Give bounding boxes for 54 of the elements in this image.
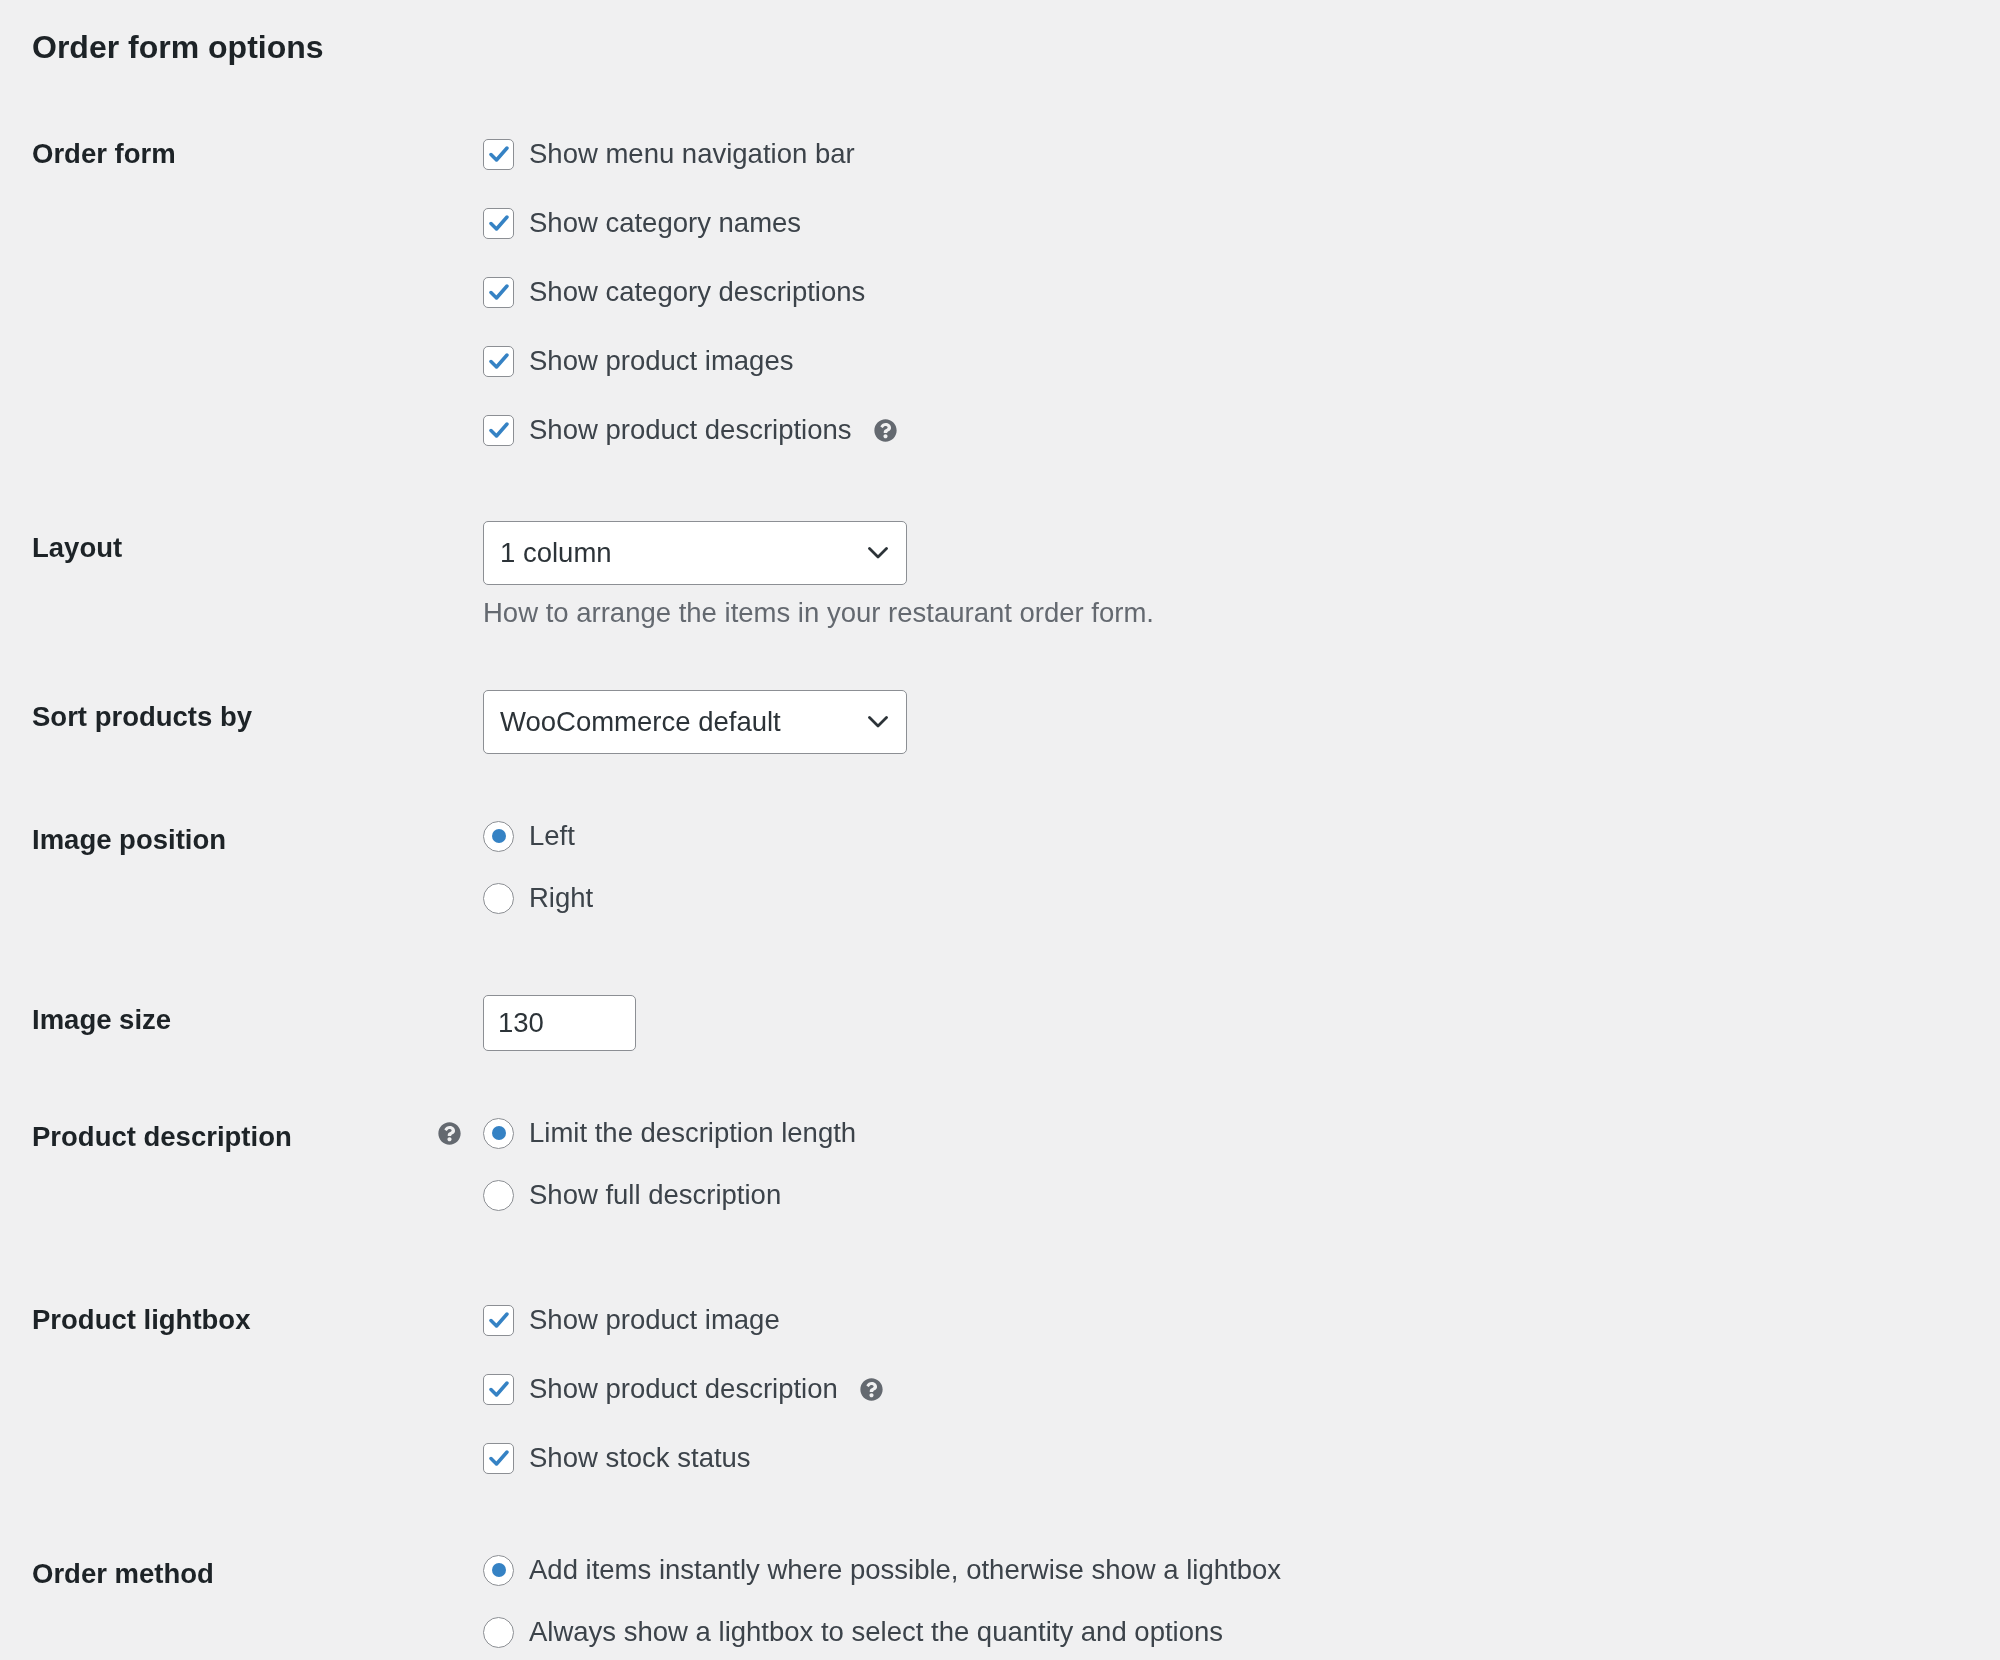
checkmark-icon xyxy=(488,1312,509,1328)
help-icon[interactable] xyxy=(873,418,897,442)
checkbox[interactable] xyxy=(483,207,514,239)
checkbox[interactable] xyxy=(483,138,514,170)
page-title: Order form options xyxy=(32,29,324,65)
number-field[interactable]: 130 xyxy=(483,995,636,1051)
setting-label: Sort products by xyxy=(32,700,252,734)
radio-button[interactable] xyxy=(483,1117,514,1149)
setting-label: Order form xyxy=(32,137,176,171)
radio-button[interactable] xyxy=(483,1554,514,1586)
checkmark-icon xyxy=(488,215,509,231)
checkbox[interactable] xyxy=(483,1304,514,1336)
option-label: Show category descriptions xyxy=(529,275,866,309)
checkmark-icon xyxy=(488,146,509,162)
option-label: Show product description xyxy=(529,1372,838,1406)
checkbox[interactable] xyxy=(483,1373,514,1405)
radio-button[interactable] xyxy=(483,882,514,914)
help-icon[interactable] xyxy=(438,1122,461,1145)
option-label: Show product images xyxy=(529,344,794,378)
option-label: Show category names xyxy=(529,206,802,240)
dropdown-select[interactable]: WooCommerce default xyxy=(483,690,907,754)
checkbox[interactable] xyxy=(483,276,514,308)
setting-label: Product lightbox xyxy=(32,1303,251,1337)
checkmark-icon xyxy=(488,353,509,369)
checkmark-icon xyxy=(488,284,509,300)
checkmark-icon xyxy=(488,1381,509,1397)
checkbox[interactable] xyxy=(483,1442,514,1474)
option-label: Show full description xyxy=(529,1178,782,1212)
option-label: Always show a lightbox to select the quantity and options xyxy=(529,1615,1224,1649)
checkbox[interactable] xyxy=(483,345,514,377)
option-label: Limit the description length xyxy=(529,1116,857,1150)
option-label: Show product descriptions xyxy=(529,413,852,447)
chevron-down-icon xyxy=(868,547,888,559)
option-label: Add items instantly where possible, otherwise show a lightbox xyxy=(529,1553,1282,1587)
checkmark-icon xyxy=(488,422,509,438)
checkbox[interactable] xyxy=(483,414,514,446)
setting-label: Image size xyxy=(32,1003,172,1037)
setting-label: Image position xyxy=(32,823,227,857)
checkmark-icon xyxy=(488,1450,509,1466)
dropdown-select[interactable]: 1 column xyxy=(483,521,907,585)
radio-button[interactable] xyxy=(483,820,514,852)
chevron-down-icon xyxy=(868,716,888,728)
option-label: Show product image xyxy=(529,1303,780,1337)
radio-button[interactable] xyxy=(483,1616,514,1648)
radio-button[interactable] xyxy=(483,1179,514,1211)
field-description: How to arrange the items in your restaurant order form. xyxy=(483,597,1154,629)
option-label: Show stock status xyxy=(529,1441,751,1475)
help-icon[interactable] xyxy=(859,1377,883,1401)
setting-label: Order method xyxy=(32,1557,214,1591)
setting-label: Layout xyxy=(32,531,123,565)
option-label: Right xyxy=(529,881,594,915)
option-label: Left xyxy=(529,819,575,853)
option-label: Show menu navigation bar xyxy=(529,137,855,171)
setting-label: Product description xyxy=(32,1120,292,1154)
